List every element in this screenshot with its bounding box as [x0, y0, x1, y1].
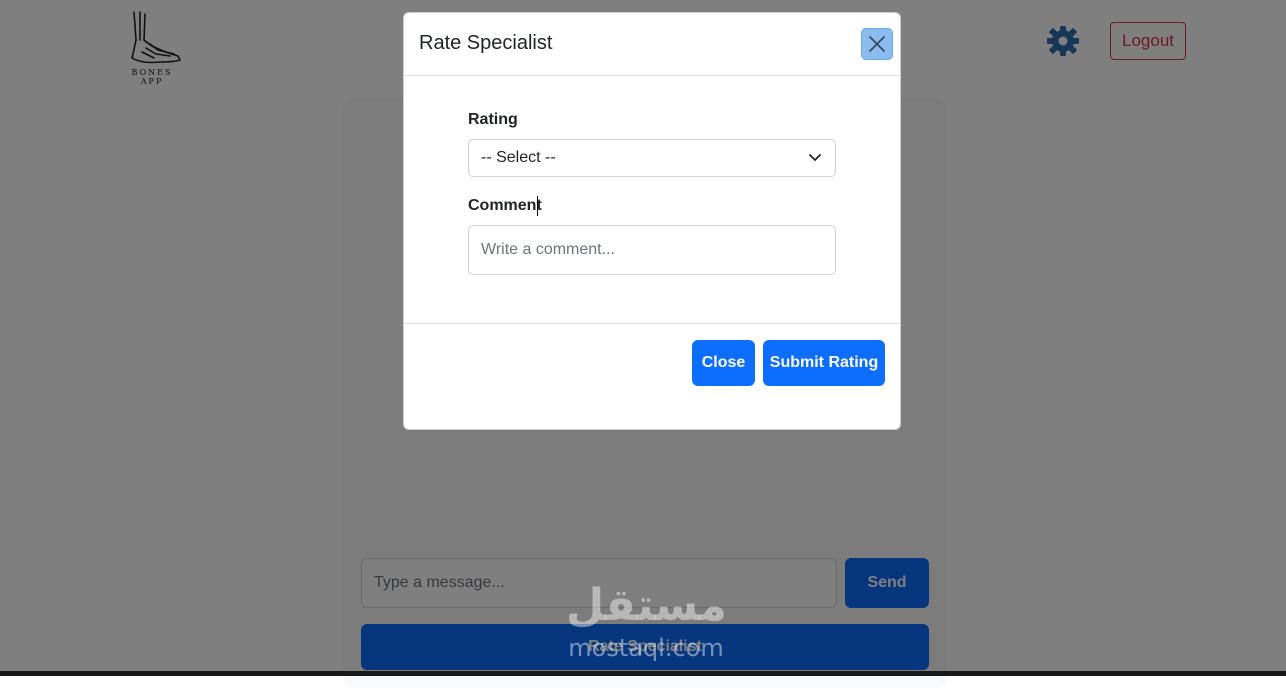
modal-close-x-button[interactable] [861, 28, 893, 60]
rating-label: Rating [468, 111, 518, 128]
comment-label: Comment [468, 197, 542, 214]
comment-input[interactable]: Write a comment... [468, 225, 836, 275]
close-icon [869, 36, 885, 52]
text-cursor [537, 196, 538, 216]
modal-header: Rate Specialist [404, 13, 900, 76]
modal-footer-divider [404, 323, 900, 324]
rating-select-value: -- Select -- [481, 149, 556, 166]
close-button[interactable]: Close [692, 340, 755, 386]
submit-rating-button[interactable]: Submit Rating [763, 340, 885, 386]
watermark-url: mostaql.com [568, 634, 724, 662]
watermark-logo: مستقل [566, 580, 727, 631]
rate-specialist-modal: Rate Specialist Rating -- Select -- Comm… [403, 12, 901, 430]
modal-title: Rate Specialist [419, 32, 553, 54]
chevron-down-icon [809, 154, 821, 161]
rating-select[interactable]: -- Select -- [468, 139, 836, 177]
